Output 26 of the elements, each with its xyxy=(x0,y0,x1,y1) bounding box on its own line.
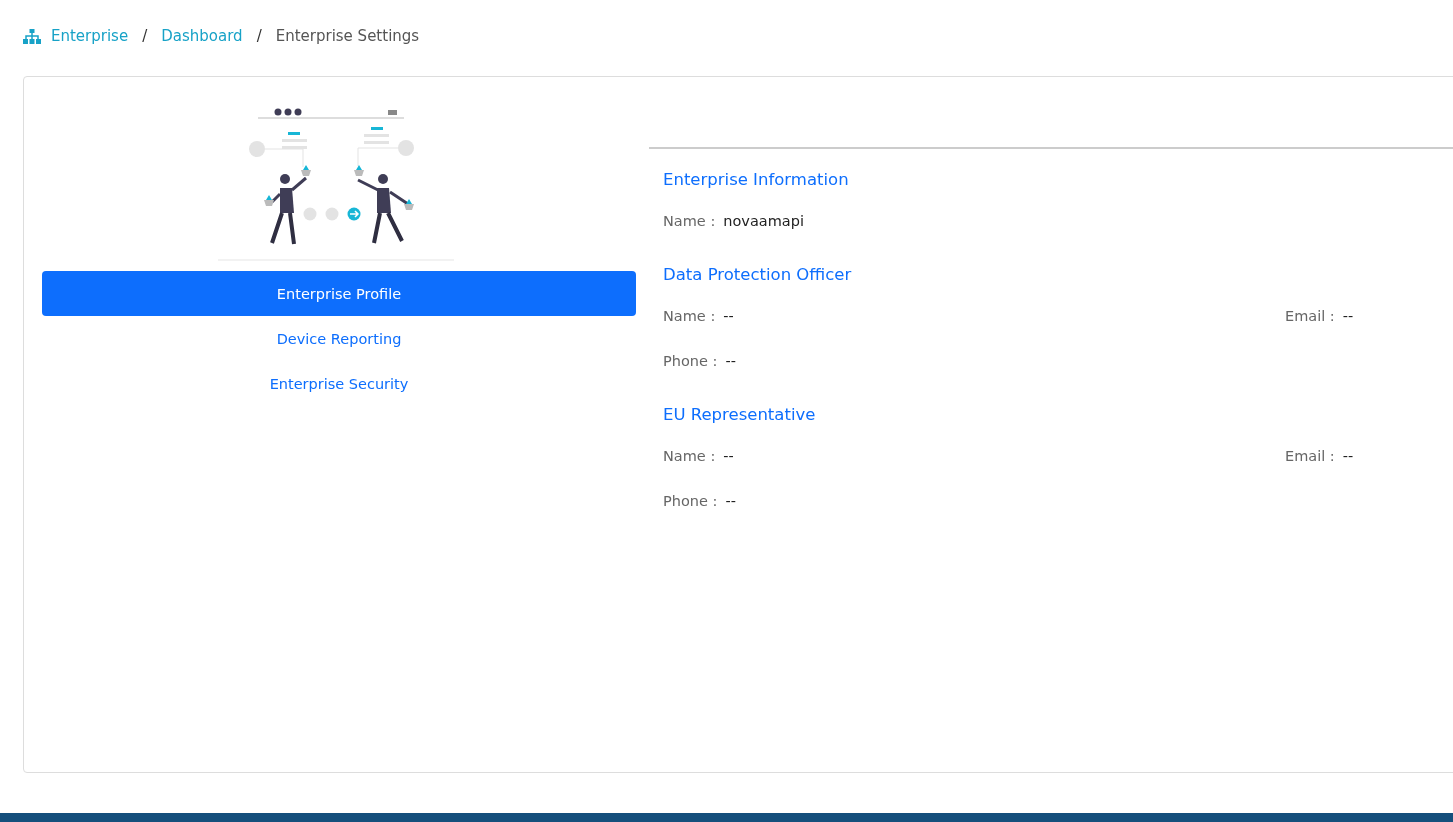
field-label: Phone : xyxy=(663,492,718,511)
section-heading: EU Representative xyxy=(663,404,817,426)
settings-menu-item[interactable]: Device Reporting xyxy=(42,316,636,361)
breadcrumb-link[interactable]: Enterprise xyxy=(51,27,129,45)
field-label: Email : xyxy=(1285,307,1335,326)
field-label: Name : xyxy=(663,447,716,466)
breadcrumb-link[interactable]: Dashboard xyxy=(161,27,243,45)
field-value: -- xyxy=(723,447,734,466)
field-label: Name : xyxy=(663,307,716,326)
field-value: -- xyxy=(725,492,736,511)
breadcrumb-separator: / xyxy=(256,27,262,45)
field-label: Phone : xyxy=(663,352,718,371)
sitemap-icon xyxy=(23,28,41,44)
field-value: -- xyxy=(723,307,734,326)
section-heading: Enterprise Information xyxy=(663,169,850,191)
field-value: -- xyxy=(1342,307,1354,326)
breadcrumb-separator: / xyxy=(142,27,148,45)
field-value: -- xyxy=(1342,447,1354,466)
field-label: Email : xyxy=(1285,447,1335,466)
field-value: -- xyxy=(725,352,736,371)
section-heading: Data Protection Officer xyxy=(663,264,853,286)
field-label: Name : xyxy=(663,212,716,231)
settings-menu-item[interactable]: Enterprise Security xyxy=(42,361,636,406)
settings-menu-item[interactable]: Enterprise Profile xyxy=(42,271,636,316)
field-value: novaamapi xyxy=(723,212,804,231)
breadcrumb-current: Enterprise Settings xyxy=(275,27,420,45)
